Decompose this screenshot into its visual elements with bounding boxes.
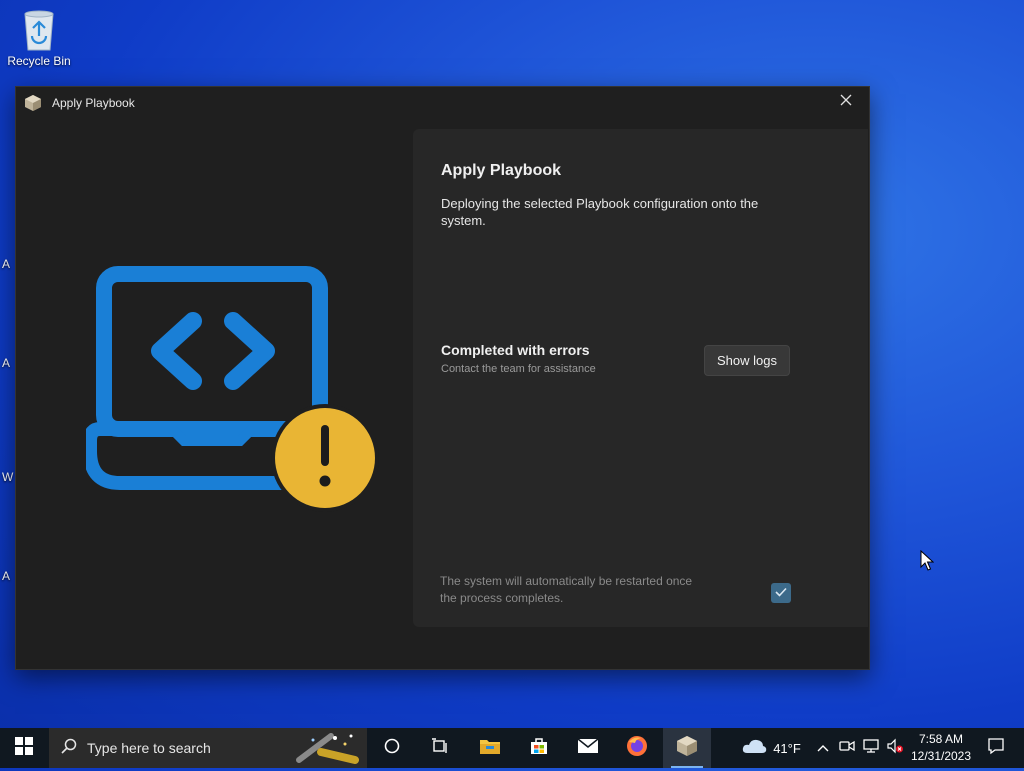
volume-muted-icon <box>886 738 904 759</box>
playbook-app-icon <box>676 735 698 762</box>
system-clock[interactable]: 7:58 AM 12/31/2023 <box>906 731 976 765</box>
firefox-icon <box>626 735 648 762</box>
meet-now-icon <box>839 739 855 758</box>
weather-temp: 41°F <box>773 740 801 756</box>
desktop-icon-label-partial[interactable]: A <box>2 257 10 271</box>
restart-checkbox[interactable] <box>771 583 791 603</box>
desktop-icon-label-partial[interactable]: A <box>2 569 10 583</box>
close-button[interactable] <box>823 87 869 117</box>
recycle-bin[interactable]: Recycle Bin <box>4 6 74 68</box>
laptop-warning-illustration <box>83 257 386 517</box>
title-bar[interactable]: Apply Playbook <box>16 87 869 119</box>
microsoft-store-icon <box>529 736 549 761</box>
mail-button[interactable] <box>566 728 610 768</box>
start-icon <box>15 736 33 760</box>
panel-description: Deploying the selected Playbook configur… <box>441 196 759 228</box>
show-hidden-icons-button[interactable] <box>814 728 832 768</box>
network-icon <box>862 738 880 759</box>
check-icon <box>775 584 787 602</box>
cortana-icon <box>384 738 400 759</box>
recycle-bin-icon <box>19 6 59 52</box>
mail-icon <box>577 737 599 759</box>
cloud-icon <box>741 737 767 760</box>
chevron-up-icon <box>817 739 829 757</box>
recycle-bin-label: Recycle Bin <box>7 54 71 68</box>
search-placeholder: Type here to search <box>87 740 211 756</box>
status-title: Completed with errors <box>441 342 590 358</box>
close-icon <box>840 93 852 111</box>
task-view-icon <box>431 737 449 759</box>
file-explorer-button[interactable] <box>468 728 512 768</box>
clock-date: 12/31/2023 <box>910 749 972 763</box>
desktop-icon-label-partial[interactable]: A <box>2 356 10 370</box>
mouse-cursor-icon <box>920 549 935 577</box>
task-view-button[interactable] <box>418 728 462 768</box>
status-subtitle: Contact the team for assistance <box>441 363 596 375</box>
firefox-button[interactable] <box>615 728 659 768</box>
weather-widget[interactable]: 41°F <box>736 728 806 768</box>
show-logs-button[interactable]: Show logs <box>704 345 790 376</box>
notification-center-button[interactable] <box>976 728 1016 768</box>
panel-heading: Apply Playbook <box>441 162 562 179</box>
taskbar: Type here to search 41°F 7:58 AM 12/31/2… <box>0 728 1024 768</box>
meet-now-button[interactable] <box>837 728 857 768</box>
window-title: Apply Playbook <box>52 96 135 110</box>
playbook-app-icon <box>24 94 42 112</box>
playbook-taskbar-button[interactable] <box>663 728 711 768</box>
restart-note: The system will automatically be restart… <box>440 574 693 605</box>
content-panel: Apply Playbook Deploying the selected Pl… <box>413 129 868 627</box>
start-button[interactable] <box>0 728 48 768</box>
cortana-button[interactable] <box>370 728 414 768</box>
search-highlight-icon <box>291 730 361 771</box>
file-explorer-icon <box>479 737 501 760</box>
notification-icon <box>987 737 1005 760</box>
desktop-icon-label-partial[interactable]: W <box>2 470 13 484</box>
search-box[interactable]: Type here to search <box>49 728 367 768</box>
apply-playbook-window: Apply Playbook Apply Playbook Deploying … <box>15 86 870 670</box>
clock-time: 7:58 AM <box>918 732 964 746</box>
volume-button[interactable] <box>884 728 906 768</box>
network-button[interactable] <box>860 728 882 768</box>
search-icon <box>61 738 77 759</box>
microsoft-store-button[interactable] <box>517 728 561 768</box>
